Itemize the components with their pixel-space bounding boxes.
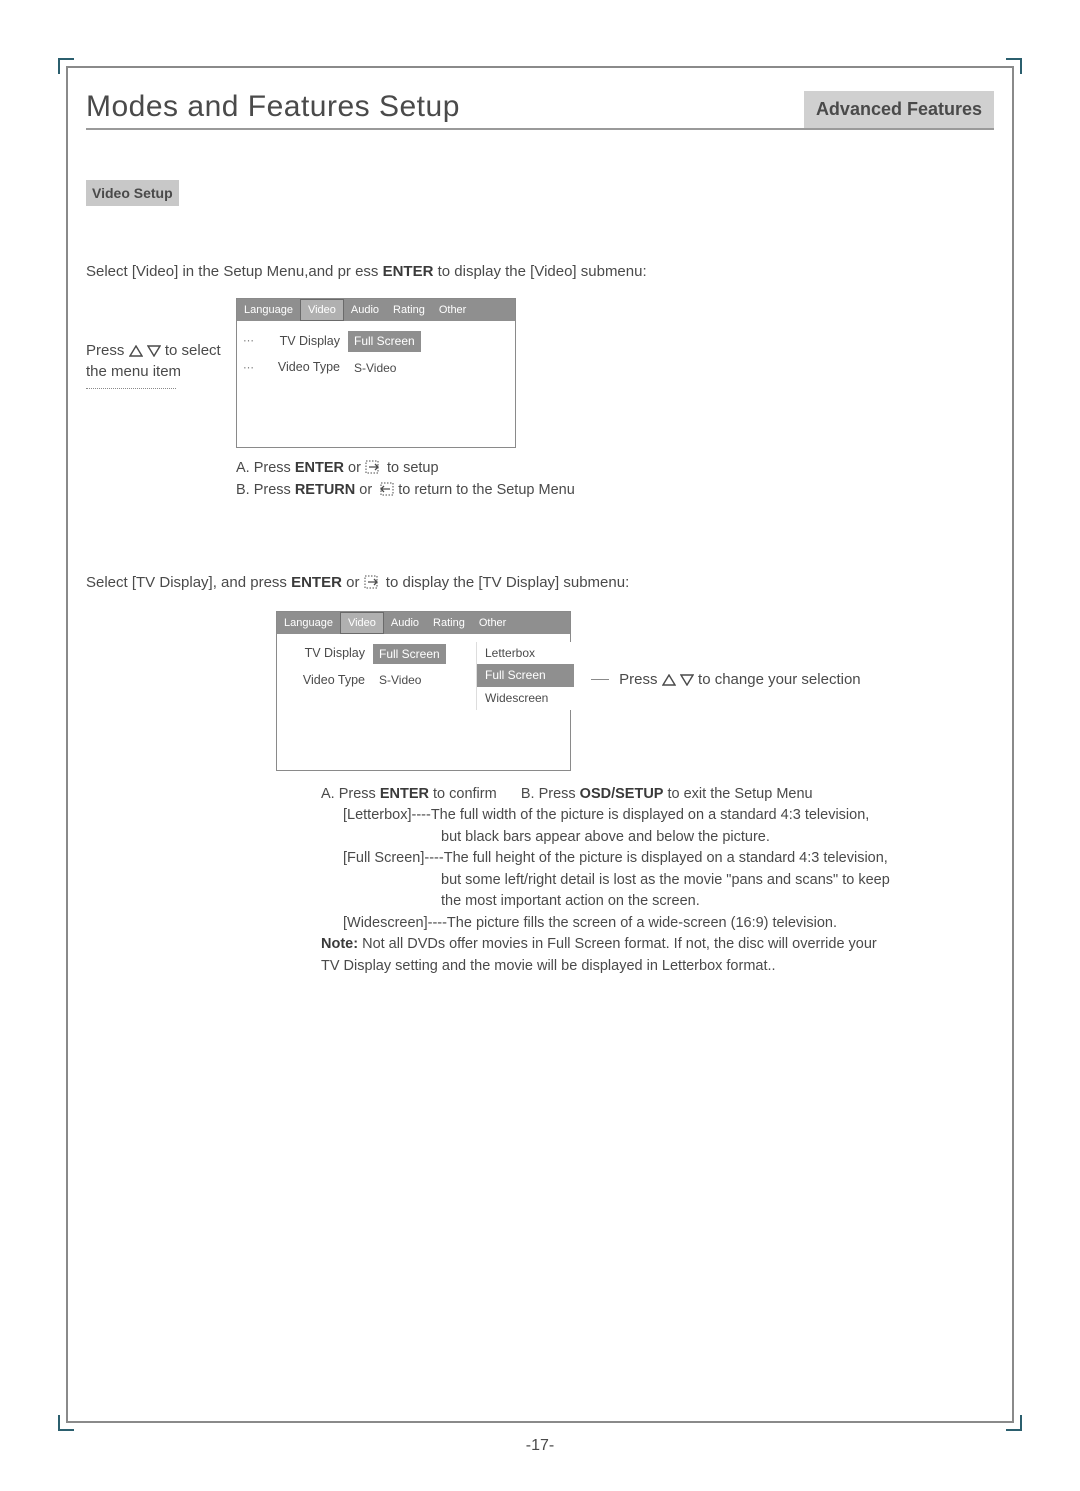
tv-display-submenu: Letterbox Full Screen Widescreen	[476, 642, 574, 710]
text: or	[355, 482, 376, 498]
arrow-down-icon	[680, 674, 694, 686]
text: Press	[619, 671, 662, 688]
text: or	[344, 460, 361, 476]
submenu-option-letterbox: Letterbox	[476, 642, 574, 665]
text: or	[342, 574, 360, 591]
text: to display the [Video] submenu:	[433, 263, 646, 280]
arrow-up-icon	[129, 345, 143, 357]
menu-value: S-Video	[348, 358, 402, 379]
menu-rows: ⋯ TV Display Full Screen ⋯ Video Type S-…	[237, 321, 515, 391]
menu-tabs: Language Video Audio Rating Other	[277, 612, 570, 634]
tree-dash-icon: ⋯	[243, 334, 254, 349]
menu-box-1: Language Video Audio Rating Other ⋯ TV D…	[236, 298, 516, 448]
menu-row-video-type: ⋯ Video Type S-Video	[243, 358, 509, 379]
text: to exit the Setup Menu	[663, 786, 812, 802]
page-number: -17-	[68, 1437, 1012, 1455]
tab-other: Other	[432, 299, 474, 321]
connector-line	[591, 679, 609, 680]
intro-text-1: Select [Video] in the Setup Menu,and pr …	[86, 261, 994, 282]
hint-left: Press to select the menu item	[86, 340, 236, 389]
tab-video: Video	[300, 299, 344, 321]
desc-letterbox: [Letterbox]----The full width of the pic…	[343, 806, 994, 826]
page: Modes and Features Setup Advanced Featur…	[0, 0, 1080, 1491]
note-label: Note:	[321, 936, 358, 952]
connector-line	[86, 388, 176, 389]
menu-box-2: Language Video Audio Rating Other TV Dis…	[276, 611, 571, 771]
menu-label: TV Display	[283, 645, 373, 663]
text: B. Press	[236, 482, 295, 498]
instruction-b: B. Press RETURN or to return to the Setu…	[236, 480, 575, 502]
tab-rating: Rating	[426, 612, 472, 634]
text: B. Press	[521, 786, 580, 802]
desc-widescreen: [Widescreen]----The picture fills the sc…	[343, 914, 994, 934]
page-title: Modes and Features Setup	[86, 90, 460, 124]
section-2: Select [TV Display], and press ENTER or …	[86, 572, 994, 977]
desc-fullscreen: [Full Screen]----The full height of the …	[343, 849, 994, 869]
text: Not all DVDs offer movies in Full Screen…	[358, 936, 877, 952]
under-box-1: A. Press ENTER or to setup B. Press RETU…	[236, 458, 575, 502]
submenu-option-widescreen: Widescreen	[476, 687, 574, 710]
arrow-left-dotted-icon	[376, 482, 394, 496]
text: to change your selection	[698, 671, 861, 688]
desc-fullscreen-cont: but some left/right detail is lost as th…	[441, 871, 994, 891]
menu-value: S-Video	[373, 670, 427, 691]
tab-video: Video	[340, 612, 384, 634]
submenu-option-full-screen: Full Screen	[476, 664, 574, 687]
text: A. Press	[321, 786, 380, 802]
enter-key-label: ENTER	[291, 574, 342, 591]
intro-text-2: Select [TV Display], and press ENTER or …	[86, 572, 994, 593]
text: to confirm	[429, 786, 497, 802]
menu-row-tv-display: ⋯ TV Display Full Screen	[243, 331, 509, 352]
body: Select [Video] in the Setup Menu,and pr …	[86, 261, 994, 977]
osd-setup-key-label: OSD/SETUP	[580, 786, 664, 802]
arrow-right-dotted-icon	[364, 575, 382, 589]
text: to return to the Setup Menu	[398, 482, 575, 498]
arrow-up-icon	[662, 674, 676, 686]
menu-row-2: Language Video Audio Rating Other TV Dis…	[276, 611, 994, 771]
desc-fullscreen-cont: the most important action on the screen.	[441, 892, 994, 912]
tab-rating: Rating	[386, 299, 432, 321]
menu-label: Video Type	[258, 359, 348, 377]
tree-dash-icon: ⋯	[243, 361, 254, 376]
section-title: Video Setup	[86, 180, 179, 206]
tab-audio: Audio	[384, 612, 426, 634]
hint-right: Press to change your selection	[591, 669, 861, 690]
text: Select [Video] in the Setup Menu,and pr …	[86, 263, 383, 280]
instruction-line: A. Press ENTER to confirm B. Press OSD/S…	[321, 785, 994, 805]
return-key-label: RETURN	[295, 482, 355, 498]
text: Press	[86, 342, 129, 359]
enter-key-label: ENTER	[380, 786, 429, 802]
menu-row-1: Press to select the menu item Language V…	[86, 298, 994, 502]
tab-other: Other	[472, 612, 514, 634]
menu-value: Full Screen	[348, 331, 421, 352]
arrow-right-dotted-icon	[365, 460, 383, 474]
text: to display the [TV Display] submenu:	[386, 574, 629, 591]
tab-language: Language	[277, 612, 340, 634]
arrow-down-icon	[147, 345, 161, 357]
menu-area-1: Language Video Audio Rating Other ⋯ TV D…	[236, 298, 575, 502]
desc-letterbox-cont: but black bars appear above and below th…	[441, 828, 994, 848]
text: Select [TV Display], and press	[86, 574, 291, 591]
desc-note-cont: TV Display setting and the movie will be…	[321, 957, 994, 977]
enter-key-label: ENTER	[383, 263, 434, 280]
text: to setup	[387, 460, 439, 476]
header: Modes and Features Setup Advanced Featur…	[86, 90, 994, 130]
tab-language: Language	[237, 299, 300, 321]
enter-key-label: ENTER	[295, 460, 344, 476]
breadcrumb: Advanced Features	[804, 91, 994, 128]
menu-tabs: Language Video Audio Rating Other	[237, 299, 515, 321]
instruction-a: A. Press ENTER or to setup	[236, 458, 575, 480]
desc-note: Note: Not all DVDs offer movies in Full …	[321, 935, 994, 955]
text: A. Press	[236, 460, 295, 476]
content-frame: Modes and Features Setup Advanced Featur…	[66, 66, 1014, 1423]
description-block: A. Press ENTER to confirm B. Press OSD/S…	[321, 785, 994, 977]
menu-value: Full Screen	[373, 644, 446, 665]
menu-label: TV Display	[258, 333, 348, 351]
menu-label: Video Type	[283, 672, 373, 690]
tab-audio: Audio	[344, 299, 386, 321]
